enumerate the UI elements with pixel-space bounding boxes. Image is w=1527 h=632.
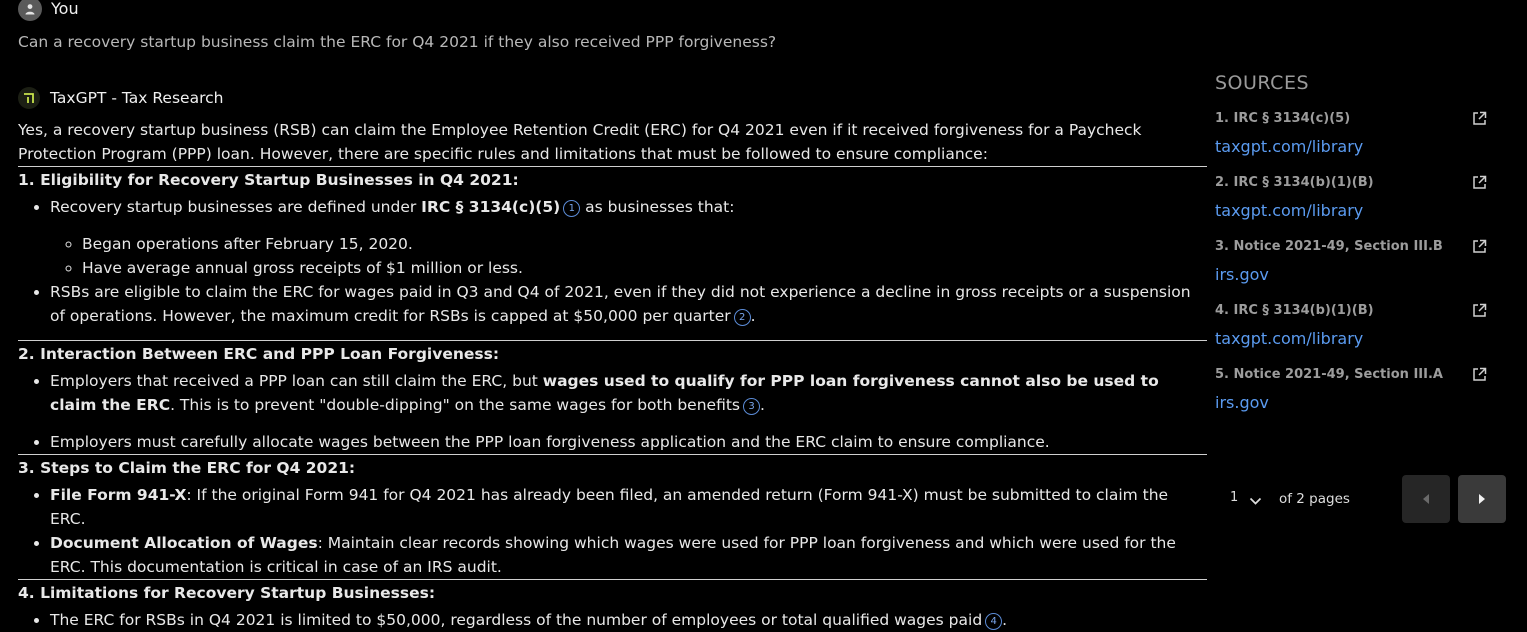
list-item: RSBs are eligible to claim the ERC for w… bbox=[50, 280, 1207, 328]
source-link[interactable]: taxgpt.com/library bbox=[1215, 137, 1363, 156]
sources-panel: SOURCES 1. IRC § 3134(c)(5) taxgpt.com/l… bbox=[1215, 72, 1505, 431]
page-count-label: of 2 pages bbox=[1279, 491, 1350, 507]
text: . bbox=[760, 396, 765, 414]
source-name: 2. IRC § 3134(b)(1)(B) bbox=[1215, 175, 1374, 190]
external-link-icon[interactable] bbox=[1472, 239, 1487, 258]
source-link[interactable]: taxgpt.com/library bbox=[1215, 201, 1363, 220]
list-item: Recovery startup businesses are defined … bbox=[50, 195, 1207, 280]
list-item: The ERC for RSBs in Q4 2021 is limited t… bbox=[50, 608, 1207, 632]
next-page-button[interactable] bbox=[1458, 475, 1506, 523]
citation-1[interactable]: 1 bbox=[563, 200, 581, 217]
caret-right-icon bbox=[1479, 494, 1485, 504]
source-link[interactable]: irs.gov bbox=[1215, 393, 1269, 412]
text: Recovery startup businesses are defined … bbox=[50, 198, 422, 216]
page-select[interactable]: 1 bbox=[1230, 490, 1238, 505]
external-link-icon[interactable] bbox=[1472, 175, 1487, 194]
user-avatar-icon bbox=[18, 0, 42, 21]
source-item[interactable]: 4. IRC § 3134(b)(1)(B) taxgpt.com/librar… bbox=[1215, 303, 1505, 367]
external-link-icon[interactable] bbox=[1472, 111, 1487, 130]
text: . bbox=[750, 307, 756, 325]
external-link-icon[interactable] bbox=[1472, 303, 1487, 322]
section-1-list: Recovery startup businesses are defined … bbox=[18, 195, 1207, 328]
list-item: Employers must carefully allocate wages … bbox=[50, 430, 1207, 454]
assistant-answer: Yes, a recovery startup business (RSB) c… bbox=[18, 118, 1207, 632]
source-item[interactable]: 1. IRC § 3134(c)(5) taxgpt.com/library bbox=[1215, 111, 1505, 175]
section-2-list: Employers that received a PPP loan can s… bbox=[18, 369, 1207, 454]
text: as businesses that: bbox=[580, 198, 735, 216]
section-4-heading: 4. Limitations for Recovery Startup Busi… bbox=[18, 579, 1207, 604]
citation-3[interactable]: 3 bbox=[743, 398, 760, 415]
bold-text: File Form 941-X bbox=[50, 486, 187, 504]
citation-4[interactable]: 4 bbox=[985, 613, 1003, 630]
source-name: 5. Notice 2021-49, Section III.A bbox=[1215, 367, 1443, 382]
answer-intro: Yes, a recovery startup business (RSB) c… bbox=[18, 121, 1142, 163]
previous-page-button[interactable] bbox=[1402, 475, 1450, 523]
assistant-header: TaxGPT - Tax Research bbox=[18, 87, 223, 109]
caret-left-icon bbox=[1423, 494, 1429, 504]
source-item[interactable]: 3. Notice 2021-49, Section III.B irs.gov bbox=[1215, 239, 1505, 303]
sources-title: SOURCES bbox=[1215, 72, 1310, 94]
section-2-heading: 2. Interaction Between ERC and PPP Loan … bbox=[18, 340, 1207, 365]
sub-list: Began operations after February 15, 2020… bbox=[50, 232, 1207, 280]
source-link[interactable]: taxgpt.com/library bbox=[1215, 329, 1363, 348]
section-3-heading: 3. Steps to Claim the ERC for Q4 2021: bbox=[18, 454, 1207, 479]
source-item[interactable]: 2. IRC § 3134(b)(1)(B) taxgpt.com/librar… bbox=[1215, 175, 1505, 239]
text: . This is to prevent "double-dipping" on… bbox=[170, 396, 740, 414]
list-item: Document Allocation of Wages: Maintain c… bbox=[50, 531, 1207, 579]
source-item[interactable]: 5. Notice 2021-49, Section III.A irs.gov bbox=[1215, 367, 1505, 431]
section-1-heading: 1. Eligibility for Recovery Startup Busi… bbox=[18, 166, 1207, 191]
chevron-down-icon[interactable] bbox=[1249, 492, 1262, 510]
list-item: Employers that received a PPP loan can s… bbox=[50, 369, 1207, 417]
source-name: 3. Notice 2021-49, Section III.B bbox=[1215, 239, 1443, 254]
taxgpt-logo-icon bbox=[18, 87, 40, 109]
user-question: Can a recovery startup business claim th… bbox=[18, 33, 777, 51]
text: The ERC for RSBs in Q4 2021 is limited t… bbox=[50, 611, 983, 629]
user-name: You bbox=[51, 0, 79, 18]
bold-text: Document Allocation of Wages bbox=[50, 534, 318, 552]
text: RSBs are eligible to claim the ERC for w… bbox=[50, 283, 1191, 325]
source-name: 1. IRC § 3134(c)(5) bbox=[1215, 111, 1351, 126]
source-link[interactable]: irs.gov bbox=[1215, 265, 1269, 284]
source-name: 4. IRC § 3134(b)(1)(B) bbox=[1215, 303, 1374, 318]
external-link-icon[interactable] bbox=[1472, 367, 1487, 386]
section-3-list: File Form 941-X: If the original Form 94… bbox=[18, 483, 1207, 579]
text: : If the original Form 941 for Q4 2021 h… bbox=[50, 486, 1169, 528]
text: Employers that received a PPP loan can s… bbox=[50, 372, 543, 390]
bold-text: IRC § 3134(c)(5) bbox=[421, 198, 561, 216]
list-item: File Form 941-X: If the original Form 94… bbox=[50, 483, 1207, 531]
citation-2[interactable]: 2 bbox=[733, 309, 751, 326]
list-item: Have average annual gross receipts of $1… bbox=[82, 256, 1207, 280]
section-4-list: The ERC for RSBs in Q4 2021 is limited t… bbox=[18, 608, 1207, 632]
list-item: Began operations after February 15, 2020… bbox=[82, 232, 1207, 256]
text: . bbox=[1002, 611, 1008, 629]
assistant-name: TaxGPT - Tax Research bbox=[50, 89, 224, 107]
sources-pager: 1 of 2 pages bbox=[1215, 475, 1507, 523]
user-header: You bbox=[18, 0, 79, 22]
